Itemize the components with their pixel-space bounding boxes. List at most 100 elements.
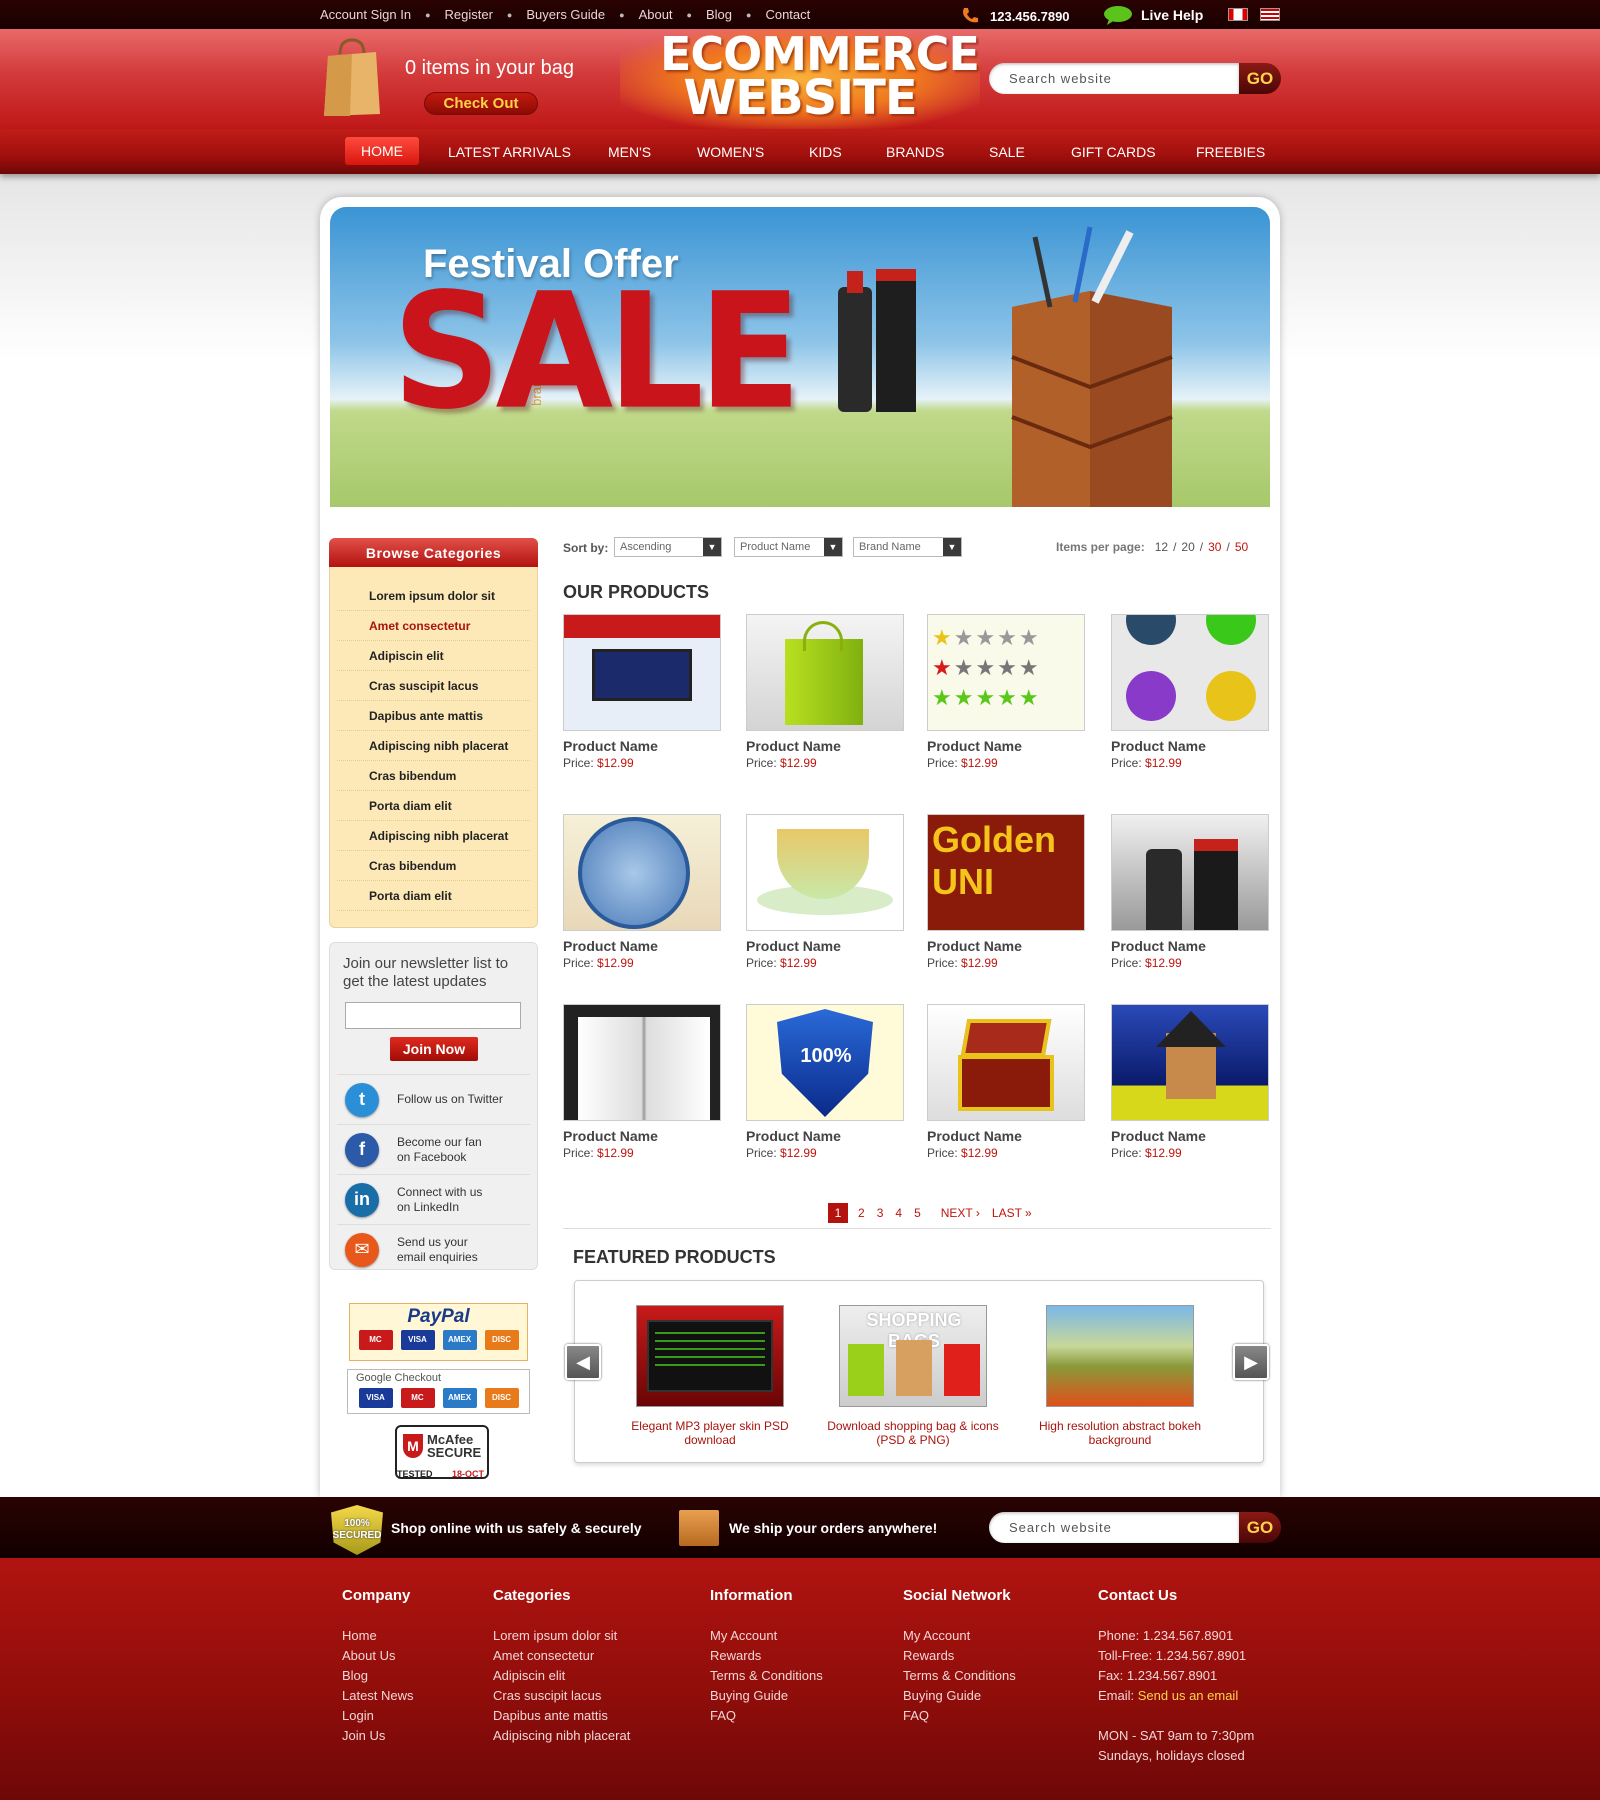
website-template-image[interactable] bbox=[563, 614, 721, 731]
product-name[interactable]: Product Name bbox=[746, 938, 904, 954]
product-card[interactable]: Product Name Price: $12.99 bbox=[1111, 614, 1269, 774]
category-item[interactable]: Cras suscipit lacus bbox=[337, 671, 530, 701]
bottles-image[interactable] bbox=[1111, 814, 1269, 931]
shopping-bag-icon[interactable] bbox=[322, 38, 382, 118]
footer-link[interactable]: Buying Guide bbox=[903, 1686, 1016, 1706]
tea-cup-image[interactable] bbox=[746, 814, 904, 931]
page-current[interactable]: 1 bbox=[828, 1203, 848, 1223]
register-link[interactable]: Register bbox=[445, 7, 493, 22]
per-page-30[interactable]: 30 bbox=[1208, 540, 1221, 554]
footer-link[interactable]: FAQ bbox=[710, 1706, 823, 1726]
product-name[interactable]: Product Name bbox=[563, 738, 721, 754]
satisfaction-seal-image[interactable] bbox=[563, 814, 721, 931]
sort-order-select[interactable]: Ascending ▼ bbox=[614, 537, 722, 557]
nav-womens[interactable]: WOMEN'S bbox=[697, 129, 764, 174]
product-name[interactable]: Product Name bbox=[563, 938, 721, 954]
footer-link[interactable]: My Account bbox=[903, 1626, 1016, 1646]
category-item[interactable]: Adipiscing nibh placerat bbox=[337, 731, 530, 761]
footer-link[interactable]: Rewards bbox=[903, 1646, 1016, 1666]
google-checkout-badge[interactable]: Google Checkout VISA MC AMEX DISC bbox=[347, 1369, 530, 1414]
green-shopping-bag-image[interactable] bbox=[746, 614, 904, 731]
product-name[interactable]: Product Name bbox=[927, 1128, 1085, 1144]
social-buttons-image[interactable] bbox=[1111, 614, 1269, 731]
nav-gift-cards[interactable]: GIFT CARDS bbox=[1071, 129, 1156, 174]
page-link[interactable]: 4 bbox=[889, 1206, 908, 1220]
category-item[interactable]: Adipiscing nibh placerat bbox=[337, 821, 530, 851]
product-name[interactable]: Product Name bbox=[927, 938, 1085, 954]
footer-link[interactable]: Join Us bbox=[342, 1726, 414, 1746]
footer-link[interactable]: Amet consectetur bbox=[493, 1646, 630, 1666]
social-link[interactable]: f Become our fan on Facebook bbox=[337, 1124, 530, 1174]
social-link[interactable]: ✉ Send us your email enquiries bbox=[337, 1224, 530, 1274]
category-item[interactable]: Porta diam elit bbox=[337, 791, 530, 821]
live-help-link[interactable]: Live Help bbox=[1103, 5, 1203, 25]
product-name[interactable]: Product Name bbox=[746, 738, 904, 754]
category-item[interactable]: Cras bibendum bbox=[337, 851, 530, 881]
category-item[interactable]: Porta diam elit bbox=[337, 881, 530, 911]
footer-link[interactable]: Home bbox=[342, 1626, 414, 1646]
per-page-50[interactable]: 50 bbox=[1235, 540, 1248, 554]
next-page-link[interactable]: NEXT › bbox=[941, 1206, 980, 1220]
nav-sale[interactable]: SALE bbox=[989, 129, 1025, 174]
sort-brand-name-select[interactable]: Brand Name ▼ bbox=[853, 537, 962, 557]
hut-house-image[interactable] bbox=[1111, 1004, 1269, 1121]
buyers-guide-link[interactable]: Buyers Guide bbox=[526, 7, 605, 22]
nav-kids[interactable]: KIDS bbox=[809, 129, 842, 174]
treasure-chest-image[interactable] bbox=[927, 1004, 1085, 1121]
footer-link[interactable]: Latest News bbox=[342, 1686, 414, 1706]
category-item[interactable]: Lorem ipsum dolor sit bbox=[337, 581, 530, 611]
footer-link[interactable]: Login bbox=[342, 1706, 414, 1726]
secured-shield-image[interactable]: 100% bbox=[746, 1004, 904, 1121]
open-book-image[interactable] bbox=[563, 1004, 721, 1121]
us-flag-icon[interactable] bbox=[1260, 8, 1280, 21]
social-link[interactable]: t Follow us on Twitter bbox=[337, 1074, 530, 1124]
contact-link[interactable]: Contact bbox=[765, 7, 810, 22]
nav-brands[interactable]: BRANDS bbox=[886, 129, 944, 174]
featured-item[interactable]: SHOPPING BAGS Download shopping bag & ic… bbox=[823, 1305, 1003, 1447]
page-link[interactable]: 5 bbox=[908, 1206, 927, 1220]
product-card[interactable]: Product Name Price: $12.99 bbox=[927, 1004, 1085, 1164]
product-card[interactable]: Product Name Price: $12.99 bbox=[1111, 1004, 1269, 1164]
join-now-button[interactable]: Join Now bbox=[390, 1037, 478, 1061]
about-link[interactable]: About bbox=[639, 7, 673, 22]
product-card[interactable]: 100% Product Name Price: $12.99 bbox=[746, 1004, 904, 1164]
nav-mens[interactable]: MEN'S bbox=[608, 129, 651, 174]
sort-product-name-select[interactable]: Product Name ▼ bbox=[734, 537, 843, 557]
product-name[interactable]: Product Name bbox=[927, 738, 1085, 754]
footer-link[interactable]: Adipiscin elit bbox=[493, 1666, 630, 1686]
footer-link[interactable]: Rewards bbox=[710, 1646, 823, 1666]
checkout-button[interactable]: Check Out bbox=[424, 92, 538, 115]
product-card[interactable]: Golden UNI Product Name Price: $12.99 bbox=[927, 814, 1085, 974]
product-name[interactable]: Product Name bbox=[563, 1128, 721, 1144]
product-card[interactable]: Product Name Price: $12.99 bbox=[563, 1004, 721, 1164]
nav-latest-arrivals[interactable]: LATEST ARRIVALS bbox=[448, 129, 571, 174]
star-rating-image[interactable]: ★★★★★ ★★★★★ ★★★★★ bbox=[927, 614, 1085, 731]
footer-link[interactable]: Terms & Conditions bbox=[903, 1666, 1016, 1686]
nav-home[interactable]: HOME bbox=[345, 137, 419, 165]
featured-item[interactable]: Elegant MP3 player skin PSD download bbox=[620, 1305, 800, 1447]
per-page-12[interactable]: 12 bbox=[1155, 540, 1168, 554]
product-card[interactable]: Product Name Price: $12.99 bbox=[746, 614, 904, 774]
product-name[interactable]: Product Name bbox=[746, 1128, 904, 1144]
product-card[interactable]: ★★★★★ ★★★★★ ★★★★★ Product Name Price: $12.99 bbox=[927, 614, 1085, 774]
product-name[interactable]: Product Name bbox=[1111, 1128, 1269, 1144]
product-card[interactable]: Product Name Price: $12.99 bbox=[563, 614, 721, 774]
blog-link[interactable]: Blog bbox=[706, 7, 732, 22]
page-link[interactable]: 3 bbox=[871, 1206, 890, 1220]
per-page-20[interactable]: 20 bbox=[1181, 540, 1194, 554]
footer-link[interactable]: Lorem ipsum dolor sit bbox=[493, 1626, 630, 1646]
page-link[interactable]: 2 bbox=[852, 1206, 871, 1220]
send-email-link[interactable]: Send us an email bbox=[1138, 1688, 1238, 1703]
category-item[interactable]: Cras bibendum bbox=[337, 761, 530, 791]
product-card[interactable]: Product Name Price: $12.99 bbox=[1111, 814, 1269, 974]
category-item[interactable]: Amet consectetur bbox=[337, 611, 530, 641]
product-name[interactable]: Product Name bbox=[1111, 938, 1269, 954]
search-go-button[interactable]: GO bbox=[1239, 63, 1281, 94]
carousel-next-button[interactable]: ▶ bbox=[1233, 1344, 1269, 1380]
footer-link[interactable]: Terms & Conditions bbox=[710, 1666, 823, 1686]
product-name[interactable]: Product Name bbox=[1111, 738, 1269, 754]
newsletter-email-input[interactable] bbox=[345, 1002, 521, 1029]
nav-freebies[interactable]: FREEBIES bbox=[1196, 129, 1265, 174]
paypal-badge[interactable]: PayPal MC VISA AMEX DISC bbox=[349, 1303, 528, 1361]
search-input[interactable]: Search website bbox=[989, 63, 1239, 94]
